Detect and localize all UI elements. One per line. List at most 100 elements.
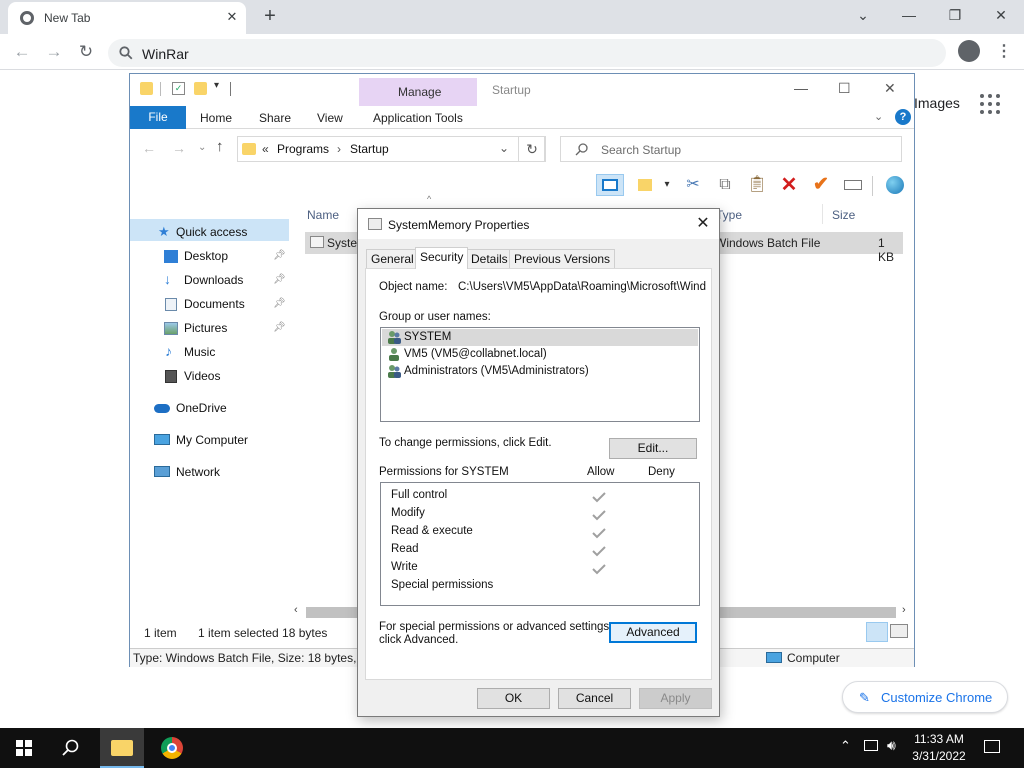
- search-placeholder: Search Startup: [601, 143, 682, 157]
- search-icon[interactable]: [62, 739, 80, 757]
- chrome-logo-icon: [20, 11, 34, 25]
- apply-button[interactable]: Apply: [639, 688, 712, 709]
- column-header-name[interactable]: Name: [307, 208, 339, 222]
- properties-icon[interactable]: ✓: [172, 82, 185, 95]
- user-item-vm5[interactable]: VM5 (VM5@collabnet.local): [381, 346, 699, 363]
- minimize-icon[interactable]: —: [886, 2, 932, 30]
- nav-item-pictures[interactable]: Pictures 📌︎: [130, 318, 290, 338]
- details-view-icon[interactable]: [866, 622, 888, 642]
- close-window-icon[interactable]: ✕: [884, 80, 896, 97]
- volume-icon[interactable]: 🔊︎: [887, 737, 896, 754]
- pin-icon[interactable]: 📌︎: [273, 322, 286, 333]
- help-icon[interactable]: ?: [895, 109, 911, 125]
- new-tab-button[interactable]: +: [258, 5, 282, 29]
- google-apps-icon[interactable]: [980, 94, 1000, 114]
- clock-date[interactable]: 3/31/2022: [908, 749, 970, 763]
- users-group-icon: [388, 331, 401, 344]
- nav-item-videos[interactable]: Videos: [130, 366, 290, 386]
- tab-home[interactable]: Home: [200, 111, 232, 125]
- close-window-icon[interactable]: ✕: [978, 2, 1024, 30]
- recent-locations-icon[interactable]: ⌄: [198, 142, 206, 153]
- refresh-button[interactable]: ↻: [518, 136, 546, 162]
- show-hidden-icons[interactable]: ⌃: [840, 738, 851, 754]
- new-item-dropdown-icon[interactable]: ▾: [656, 174, 678, 196]
- scroll-left-icon[interactable]: ‹: [294, 604, 298, 616]
- column-header-size[interactable]: Size: [832, 208, 855, 222]
- up-icon[interactable]: ↑: [216, 138, 224, 155]
- network-icon[interactable]: [864, 740, 878, 751]
- back-icon[interactable]: ←: [142, 140, 156, 156]
- explorer-address-bar[interactable]: « Programs › Startup ⌄: [237, 136, 545, 162]
- nav-item-network[interactable]: Network: [130, 462, 290, 482]
- address-bar[interactable]: WinRar: [108, 39, 946, 67]
- tab-previous-versions[interactable]: Previous Versions: [509, 249, 616, 268]
- nav-item-downloads[interactable]: ↓ Downloads 📌︎: [130, 270, 290, 290]
- user-item-system[interactable]: SYSTEM: [381, 329, 699, 346]
- ok-button[interactable]: OK: [477, 688, 550, 709]
- breadcrumb-startup[interactable]: Startup: [350, 142, 389, 156]
- chrome-menu-icon[interactable]: ⋮: [996, 40, 1012, 64]
- nav-item-onedrive[interactable]: OneDrive: [130, 398, 290, 418]
- tab-view[interactable]: View: [317, 111, 343, 125]
- new-item-icon[interactable]: [634, 174, 656, 196]
- users-group-icon: [388, 365, 401, 378]
- copy-icon[interactable]: ⧉: [714, 174, 736, 196]
- nav-item-documents[interactable]: Documents 📌︎: [130, 294, 290, 314]
- expand-ribbon-icon[interactable]: ⌄: [874, 110, 883, 123]
- pin-icon[interactable]: 📌︎: [273, 250, 286, 261]
- minimize-icon[interactable]: —: [794, 80, 808, 96]
- tab-file[interactable]: File: [130, 106, 186, 129]
- permission-write: Write: [391, 561, 418, 573]
- rename-icon[interactable]: [842, 174, 864, 196]
- forward-icon[interactable]: →: [172, 140, 186, 156]
- nav-item-music[interactable]: ♪ Music: [130, 342, 290, 362]
- forward-icon[interactable]: →: [41, 39, 67, 65]
- tab-application-tools[interactable]: Application Tools: [373, 111, 463, 125]
- profile-avatar-icon[interactable]: [958, 40, 980, 62]
- divider: [872, 176, 873, 196]
- breadcrumb-programs[interactable]: Programs: [277, 142, 329, 156]
- delete-icon[interactable]: ✕: [778, 174, 800, 196]
- advanced-button[interactable]: Advanced: [609, 622, 697, 643]
- images-link[interactable]: Images: [914, 95, 960, 111]
- tab-search-icon[interactable]: ⌄: [840, 2, 886, 30]
- user-item-administrators[interactable]: Administrators (VM5\Administrators): [381, 363, 699, 380]
- back-icon[interactable]: ←: [9, 39, 35, 65]
- cut-icon[interactable]: ✂: [682, 174, 704, 196]
- preview-pane-icon[interactable]: [596, 174, 624, 196]
- globe-icon[interactable]: [884, 174, 906, 196]
- detail-text: Type: Windows Batch File, Size: 18 bytes…: [133, 651, 376, 665]
- scroll-right-icon[interactable]: ›: [902, 604, 906, 616]
- tab-general[interactable]: General: [366, 249, 419, 268]
- reload-icon[interactable]: ↻: [73, 39, 99, 65]
- paste-icon[interactable]: 📋︎: [746, 174, 768, 196]
- tab-details[interactable]: Details: [466, 249, 513, 268]
- edit-button[interactable]: Edit...: [609, 438, 697, 459]
- close-dialog-icon[interactable]: ✕: [692, 214, 714, 234]
- chrome-tab-new-tab[interactable]: New Tab ✕: [8, 2, 246, 34]
- taskbar-chrome[interactable]: [150, 728, 194, 768]
- close-tab-icon[interactable]: ✕: [223, 8, 241, 26]
- tab-share[interactable]: Share: [259, 111, 291, 125]
- clock-time[interactable]: 11:33 AM: [912, 732, 966, 746]
- taskbar-file-explorer[interactable]: [100, 728, 144, 768]
- new-folder-icon[interactable]: [194, 82, 207, 95]
- qat-dropdown-icon[interactable]: ▾: [214, 80, 219, 91]
- pin-icon[interactable]: 📌︎: [273, 298, 286, 309]
- cancel-button[interactable]: Cancel: [558, 688, 631, 709]
- nav-item-my-computer[interactable]: My Computer: [130, 430, 290, 450]
- maximize-icon[interactable]: ☐: [838, 80, 851, 97]
- chrome-tab-strip: New Tab ✕ + ⌄ — ❐ ✕: [0, 0, 1024, 34]
- check-icon[interactable]: ✔: [810, 174, 832, 196]
- customize-chrome-button[interactable]: ✎ Customize Chrome: [842, 681, 1008, 713]
- search-input[interactable]: Search Startup: [560, 136, 902, 162]
- large-icons-view-icon[interactable]: [890, 624, 908, 638]
- notifications-icon[interactable]: [984, 740, 1000, 753]
- restore-icon[interactable]: ❐: [932, 2, 978, 30]
- tab-security[interactable]: Security: [415, 247, 469, 269]
- address-dropdown-icon[interactable]: ⌄: [499, 141, 509, 155]
- windows-start-icon[interactable]: [16, 740, 32, 756]
- pin-icon[interactable]: 📌︎: [273, 274, 286, 285]
- nav-item-quick-access[interactable]: ★ Quick access: [130, 222, 290, 242]
- nav-item-desktop[interactable]: Desktop 📌︎: [130, 246, 290, 266]
